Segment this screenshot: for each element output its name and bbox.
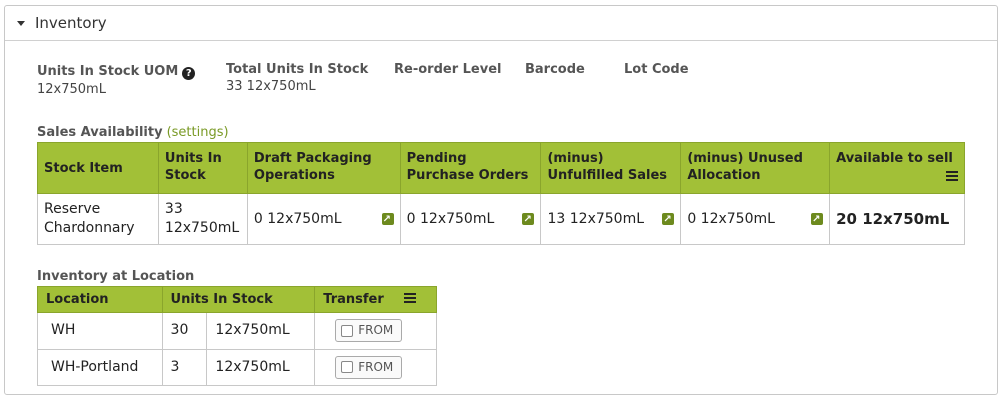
units-uom-label: Units In Stock UOM [37,64,179,79]
pending-po-value: 0 12x750mL [406,210,495,227]
available-header-label: Available to sell [836,151,953,166]
external-link-icon[interactable] [522,210,535,229]
cell-uom: 12x750mL [206,348,316,386]
field-lot-code: Lot Code [624,62,689,77]
lot-code-label: Lot Code [624,62,689,77]
col-units-in-stock: Units In Stock [157,142,248,194]
col-units-in-stock: Units In Stock [161,286,316,313]
col-available-to-sell: Available to sell [829,142,965,194]
table-row: WH 30 12x750mL FROM [37,312,437,350]
column-menu-icon[interactable] [946,171,958,181]
total-units-value: 33 12x750mL [226,79,316,94]
cell-transfer: FROM [314,348,437,386]
reorder-level-label: Re-order Level [394,62,502,77]
table-header-row: Location Units In Stock Transfer [37,286,437,313]
table-row: WH-Portland 3 12x750mL FROM [37,348,437,386]
table-header-row: Stock Item Units In Stock Draft Packagin… [37,142,965,194]
barcode-label: Barcode [525,62,585,77]
from-button-label: FROM [358,359,394,374]
table-row: Reserve Chardonnary 33 12x750mL 0 12x750… [37,193,965,245]
external-link-icon[interactable] [381,210,394,229]
col-unfulfilled-sales: (minus) Unfulfilled Sales [540,142,682,194]
cell-uom: 12x750mL [206,312,316,350]
col-unused-allocation: (minus) Unused Allocation [680,142,831,194]
cell-stock-item[interactable]: Reserve Chardonnary [37,193,159,245]
col-location: Location [37,286,163,313]
cell-location: WH-Portland [37,348,163,386]
unused-allocation-value: 0 12x750mL [687,210,775,227]
cell-unused-allocation: 0 12x750mL [680,193,831,245]
inventory-location-table: Location Units In Stock Transfer WH 30 1… [37,286,437,386]
collapse-caret-icon[interactable] [17,20,25,26]
cell-available-to-sell: 20 12x750mL [829,193,965,245]
unfulfilled-sales-value: 13 12x750mL [547,210,645,227]
external-link-icon[interactable] [811,210,824,229]
from-transfer-button[interactable]: FROM [335,355,403,379]
cell-transfer: FROM [314,312,437,350]
column-menu-icon[interactable] [404,293,417,303]
col-transfer: Transfer [314,286,437,313]
total-units-label: Total Units In Stock [226,62,369,77]
sales-availability-heading: Sales Availability (settings) [37,125,229,140]
transfer-header-label: Transfer [323,292,384,307]
field-units-in-stock-uom: Units In Stock UOM? 12x750mL [37,64,196,97]
panel-title: Inventory [35,14,107,32]
sales-availability-title: Sales Availability [37,125,163,140]
cell-draft-packaging: 0 12x750mL [246,193,401,245]
col-pending-po: Pending Purchase Orders [399,142,542,194]
col-stock-item: Stock Item [37,142,159,194]
cell-qty: 30 [161,312,208,350]
settings-link[interactable]: (settings) [167,125,229,140]
panel-header[interactable]: Inventory [5,6,997,41]
checkbox-icon[interactable] [341,361,354,373]
draft-packaging-value: 0 12x750mL [253,210,342,227]
from-button-label: FROM [358,323,394,337]
units-uom-value: 12x750mL [37,82,106,97]
help-icon[interactable]: ? [182,67,196,80]
inventory-at-location-title: Inventory at Location [37,269,195,284]
field-reorder-level: Re-order Level [394,62,501,77]
cell-location: WH [37,312,163,350]
sales-availability-table: Stock Item Units In Stock Draft Packagin… [37,142,965,245]
col-draft-packaging: Draft Packaging Operations [246,142,401,194]
cell-units-in-stock: 33 12x750mL [157,193,248,245]
cell-unfulfilled-sales: 13 12x750mL [540,193,682,245]
checkbox-icon[interactable] [341,324,354,337]
field-barcode: Barcode [525,62,585,77]
cell-pending-po: 0 12x750mL [399,193,542,245]
cell-qty: 3 [161,348,208,386]
external-link-icon[interactable] [662,210,675,229]
field-total-units: Total Units In Stock 33 12x750mL [226,62,368,94]
from-transfer-button[interactable]: FROM [335,319,403,342]
